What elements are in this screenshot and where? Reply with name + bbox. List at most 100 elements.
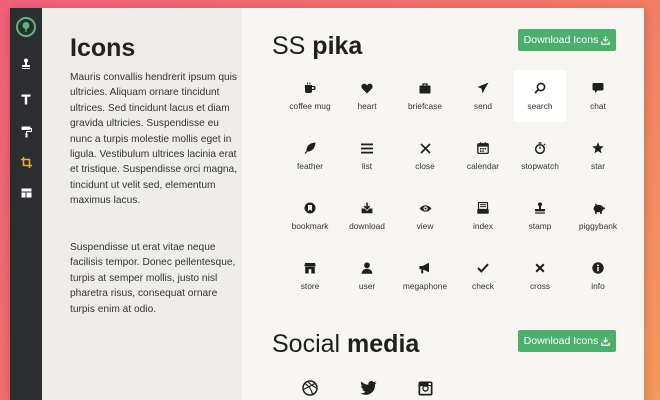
close-icon	[419, 142, 431, 154]
text-icon[interactable]	[10, 90, 42, 108]
section-title-social: Social media	[272, 330, 419, 359]
icon-tile-download[interactable]: download	[341, 190, 393, 242]
icon-tile-briefcase[interactable]: briefcase	[399, 70, 451, 122]
icon-tile-view[interactable]: view	[399, 190, 451, 242]
icon-label: check	[472, 281, 494, 291]
chat-icon	[592, 83, 604, 93]
icon-tile-store[interactable]: store	[284, 250, 336, 302]
calendar-icon	[477, 142, 489, 154]
icon-tile-feather[interactable]: feather	[284, 130, 336, 182]
icon-tile-index[interactable]: index	[457, 190, 509, 242]
icon-tile-user[interactable]: user	[341, 250, 393, 302]
icon-label: piggybank	[578, 221, 618, 231]
download-button-label: Download Icons	[523, 335, 599, 347]
bookmark-icon	[304, 202, 316, 214]
section-title-bold: media	[347, 330, 420, 358]
icon-gallery: SS pika Download Icons coffee mug heart …	[242, 8, 644, 400]
icon-label: calendar	[466, 161, 500, 171]
store-icon	[304, 263, 316, 274]
icon-label: list	[361, 161, 373, 171]
description-paragraph-1: Mauris convallis hendrerit ipsum quis ul…	[70, 72, 238, 207]
download-button-label: Download Icons	[523, 34, 599, 46]
user-icon	[361, 262, 373, 274]
section-title-pika: SS pika	[272, 32, 362, 61]
icon-tile-chat[interactable]: chat	[572, 70, 624, 122]
icon-label: close	[415, 161, 435, 171]
stamp-icon[interactable]	[10, 54, 42, 72]
icon-label: download	[349, 221, 385, 231]
layout-icon[interactable]	[10, 184, 42, 202]
index-icon	[477, 202, 489, 214]
download-icons-button-social[interactable]: Download Icons	[518, 330, 616, 352]
view-icon	[419, 204, 431, 212]
search-icon	[534, 82, 546, 94]
download-icon	[361, 202, 373, 214]
heart-icon	[361, 83, 373, 93]
icon-tile-stopwatch[interactable]: stopwatch	[514, 130, 566, 182]
icon-tile-info[interactable]: info	[572, 250, 624, 302]
stamp-icon	[535, 202, 545, 214]
icon-tile-calendar[interactable]: calendar	[457, 130, 509, 182]
icon-tile-megaphone[interactable]: megaphone	[399, 250, 451, 302]
icon-tile-star[interactable]: star	[572, 130, 624, 182]
icon-tile-close[interactable]: close	[399, 130, 451, 182]
dribbble-icon[interactable]	[295, 376, 325, 400]
icon-label: feather	[296, 161, 324, 171]
app-window: Icons Mauris convallis hendrerit ipsum q…	[10, 8, 644, 400]
description-panel: Icons Mauris convallis hendrerit ipsum q…	[42, 8, 242, 400]
icon-label: info	[591, 281, 605, 291]
icon-tile-stamp[interactable]: stamp	[514, 190, 566, 242]
download-tray-icon	[601, 36, 611, 45]
icon-tile-search[interactable]: search	[514, 70, 566, 122]
icon-label: heart	[357, 101, 377, 111]
icon-label: chat	[590, 101, 606, 111]
icon-tile-bookmark[interactable]: bookmark	[284, 190, 336, 242]
section-title-bold: pika	[312, 32, 363, 60]
description-paragraph-2: Suspendisse ut erat vitae neque facilisi…	[70, 242, 236, 315]
piggybank-icon	[593, 202, 605, 214]
icon-label: store	[300, 281, 320, 291]
icon-label: star	[591, 161, 605, 171]
stopwatch-icon	[534, 142, 546, 154]
icon-label: megaphone	[402, 281, 448, 291]
icon-label: search	[527, 101, 553, 111]
briefcase-icon	[419, 82, 431, 93]
tree-logo-icon[interactable]	[16, 17, 36, 37]
send-icon	[477, 82, 489, 94]
instagram-icon[interactable]	[410, 376, 440, 400]
list-icon	[361, 143, 373, 153]
icon-label: bookmark	[291, 221, 329, 231]
icon-label: view	[416, 221, 434, 231]
coffee-mug-icon	[305, 82, 316, 93]
megaphone-icon	[419, 262, 429, 274]
icon-label: index	[472, 221, 494, 231]
icon-label: briefcase	[408, 101, 442, 111]
cross-icon	[535, 263, 545, 273]
icon-tile-coffee-mug[interactable]: coffee mug	[284, 70, 336, 122]
feather-icon	[304, 142, 316, 154]
tool-rail	[10, 8, 42, 400]
icon-label: send	[473, 101, 493, 111]
page-title: Icons	[70, 34, 136, 62]
icon-tile-check[interactable]: check	[457, 250, 509, 302]
icon-tile-cross[interactable]: cross	[514, 250, 566, 302]
icon-label: user	[358, 281, 376, 291]
icon-tile-list[interactable]: list	[341, 130, 393, 182]
twitter-icon[interactable]	[353, 376, 383, 400]
icon-label: stopwatch	[521, 161, 559, 171]
icon-label: coffee mug	[289, 101, 331, 111]
icon-tile-piggybank[interactable]: piggybank	[572, 190, 624, 242]
crop-icon[interactable]	[10, 153, 42, 171]
paint-roller-icon[interactable]	[10, 123, 42, 141]
check-icon	[477, 263, 489, 273]
download-tray-icon	[601, 337, 611, 346]
download-icons-button[interactable]: Download Icons	[518, 29, 616, 51]
section-title-light: SS	[272, 32, 313, 60]
icon-label: stamp	[528, 221, 552, 231]
info-icon	[592, 262, 604, 274]
icon-tile-send[interactable]: send	[457, 70, 509, 122]
star-icon	[592, 142, 604, 154]
icon-tile-heart[interactable]: heart	[341, 70, 393, 122]
icon-label: cross	[529, 281, 550, 291]
section-title-light: Social	[272, 330, 348, 358]
